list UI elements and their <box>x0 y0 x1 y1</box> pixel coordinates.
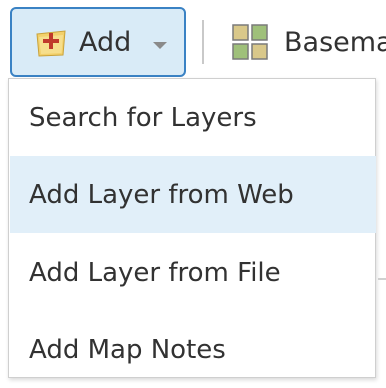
menu-item-label: Search for Layers <box>29 102 257 133</box>
toolbar-divider <box>202 20 204 64</box>
basemap-gallery-icon <box>232 24 268 60</box>
menu-item-search-for-layers[interactable]: Search for Layers <box>10 79 376 156</box>
menu-item-add-map-notes[interactable]: Add Map Notes <box>10 311 376 388</box>
menu-item-add-layer-from-file[interactable]: Add Layer from File <box>10 234 376 311</box>
chevron-down-icon <box>151 36 169 49</box>
add-dropdown-menu: Search for Layers Add Layer from Web Add… <box>8 78 376 378</box>
background-panel-edge <box>378 278 386 280</box>
basemap-button-label: Basema <box>284 26 386 58</box>
add-button-label: Add <box>79 26 132 58</box>
basemap-button[interactable]: Basema <box>232 12 386 72</box>
add-layer-icon <box>34 25 68 59</box>
add-button[interactable]: Add <box>10 7 186 77</box>
toolbar: Add Basema <box>0 0 386 80</box>
menu-item-label: Add Layer from File <box>29 257 281 288</box>
menu-item-add-layer-from-web[interactable]: Add Layer from Web <box>10 156 376 233</box>
menu-item-label: Add Map Notes <box>29 334 226 365</box>
menu-item-label: Add Layer from Web <box>29 179 294 210</box>
